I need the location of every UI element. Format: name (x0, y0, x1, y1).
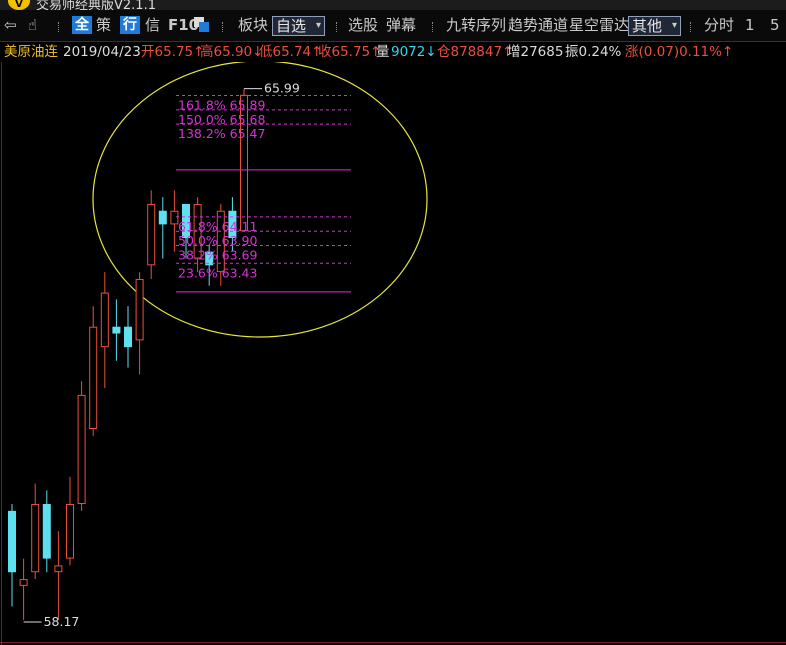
volume-label: 量 (376, 44, 390, 60)
low-price-label: 58.17 (44, 614, 80, 629)
candle-body (89, 326, 98, 429)
fib-level-label: 138.2% 65.47 (178, 126, 265, 141)
amplitude: 振0.24% (565, 44, 622, 60)
period-5-button[interactable]: 5 (770, 15, 780, 35)
separator (336, 22, 339, 32)
price-change: 涨(0.07)0.11%↑ (625, 44, 734, 60)
zixuan-dropdown[interactable]: 自选 ▾ (272, 16, 326, 36)
candle-body (77, 394, 86, 505)
candle-body (8, 510, 16, 573)
high-price: 高65.90↓ (200, 44, 264, 60)
period-1-button[interactable]: 1 (745, 15, 755, 35)
jiuzhuan-button[interactable]: 九转序列 (446, 15, 506, 35)
candle-body (124, 326, 132, 348)
fibonacci-levels: 161.8% 65.89150.0% 65.68138.2% 65.4761.8… (176, 95, 351, 293)
chevron-down-icon: ▾ (315, 20, 322, 31)
high-price-label: 65.99 (264, 81, 300, 96)
back-arrow-icon[interactable]: ⇦ (4, 15, 17, 35)
bankuai-button[interactable]: 板块 (238, 15, 268, 35)
volume-value: 9072↓ (391, 44, 437, 60)
window-tile-icon[interactable] (194, 17, 210, 37)
candle-body (19, 579, 28, 586)
candle-body (112, 326, 121, 334)
instrument-name: 美原油连 (4, 44, 58, 60)
candle-body (147, 203, 156, 266)
oi-increase: 增27685 (507, 44, 564, 60)
candle-body (31, 504, 40, 573)
quote-info-bar: 美原油连 2019/04/23 开65.75↑ 高65.90↓ 低65.74↑ … (0, 42, 786, 62)
zixuan-label: 自选 (276, 17, 307, 35)
candle-body (54, 565, 63, 573)
danmu-button[interactable]: 弹幕 (386, 15, 416, 35)
separator (432, 22, 435, 32)
fib-level-label: 23.6% 63.43 (178, 265, 257, 280)
low-price: 低65.74↑ (259, 44, 323, 60)
qita-dropdown[interactable]: 其他 ▾ (628, 16, 682, 36)
candle-body (42, 504, 51, 559)
kline-chart[interactable]: 161.8% 65.89150.0% 65.68138.2% 65.4761.8… (0, 62, 786, 645)
ce-button[interactable]: 策 (96, 15, 111, 35)
hang-button[interactable]: 行 (120, 16, 140, 34)
app-title: 交易师经典版V2.1.1 (36, 0, 156, 10)
candle-body (170, 210, 179, 225)
fib-level-label: 150.0% 65.68 (178, 112, 265, 127)
open-price: 开65.75↑ (141, 44, 205, 60)
open-interest: 仓878847↑ (437, 44, 514, 60)
candle-body (100, 292, 109, 348)
candle-body (158, 210, 167, 225)
separator (222, 22, 225, 32)
candle-body (135, 278, 144, 341)
chart-frame (0, 62, 786, 645)
hand-pointer-icon[interactable]: ☝ (28, 15, 37, 35)
fib-level-label: 38.2% 63.69 (178, 248, 258, 263)
toolbar: ⇦ ☝ 全 策 行 信 F10 板块 自选 ▾ 选股 弹幕 九转序列 趋势通道 星… (0, 10, 786, 42)
candlestick-series (8, 88, 248, 620)
quote-date: 2019/04/23 (63, 44, 141, 60)
candle-body (66, 504, 74, 559)
qushi-button[interactable]: 趋势通道 (508, 15, 568, 35)
chevron-down-icon: ▾ (671, 20, 678, 31)
separator (58, 22, 61, 32)
qita-label: 其他 (632, 17, 663, 35)
separator (690, 22, 693, 32)
xin-button[interactable]: 信 (145, 15, 160, 35)
title-bar: V 交易师经典版V2.1.1 (0, 0, 786, 10)
xuangu-button[interactable]: 选股 (348, 15, 378, 35)
price-labels: 65.99 58.17 (23, 81, 300, 629)
close-price: 收65.75↑ (318, 44, 382, 60)
fenshi-button[interactable]: 分时 (704, 15, 734, 35)
app-logo-icon: V (8, 0, 30, 10)
xingkong-button[interactable]: 星空雷达 (569, 15, 629, 35)
quan-button[interactable]: 全 (72, 16, 92, 34)
fib-level-label: 161.8% 65.89 (178, 98, 265, 113)
